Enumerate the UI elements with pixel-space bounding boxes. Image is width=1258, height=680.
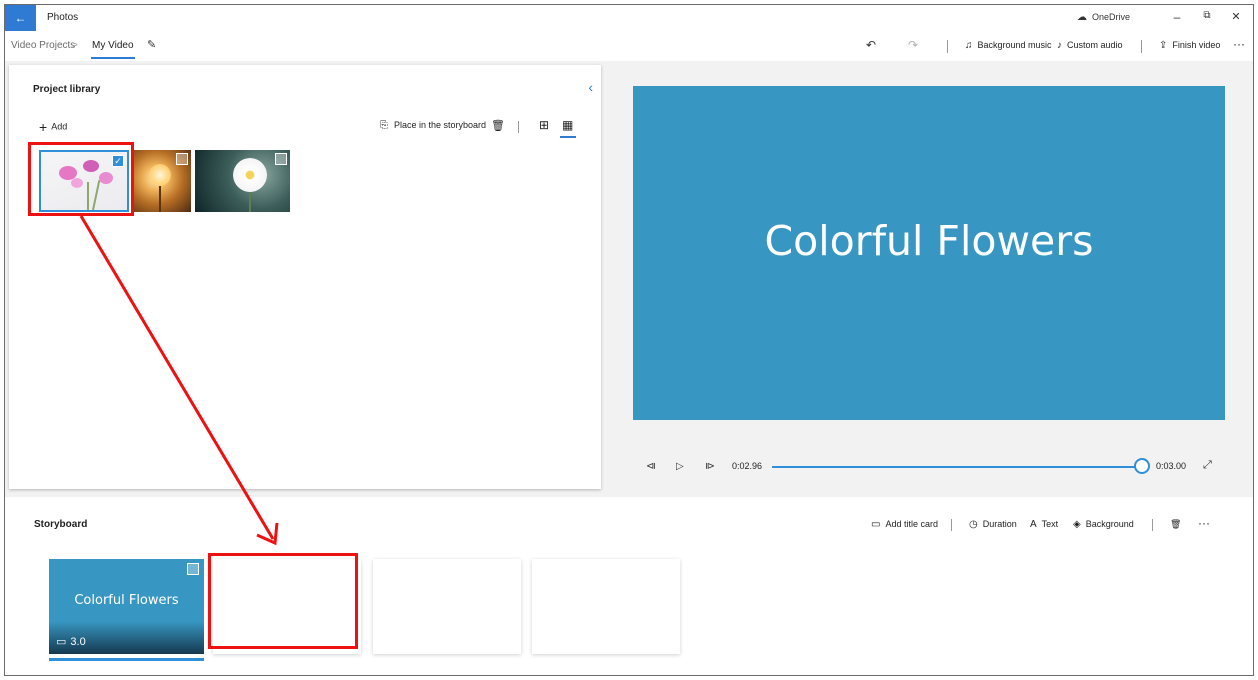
drag-arrow-annotation xyxy=(79,215,279,546)
arrow-line xyxy=(79,215,275,540)
app-window: ← Photos ☁ OneDrive – ⧉ ✕ Video Projects … xyxy=(4,4,1254,676)
